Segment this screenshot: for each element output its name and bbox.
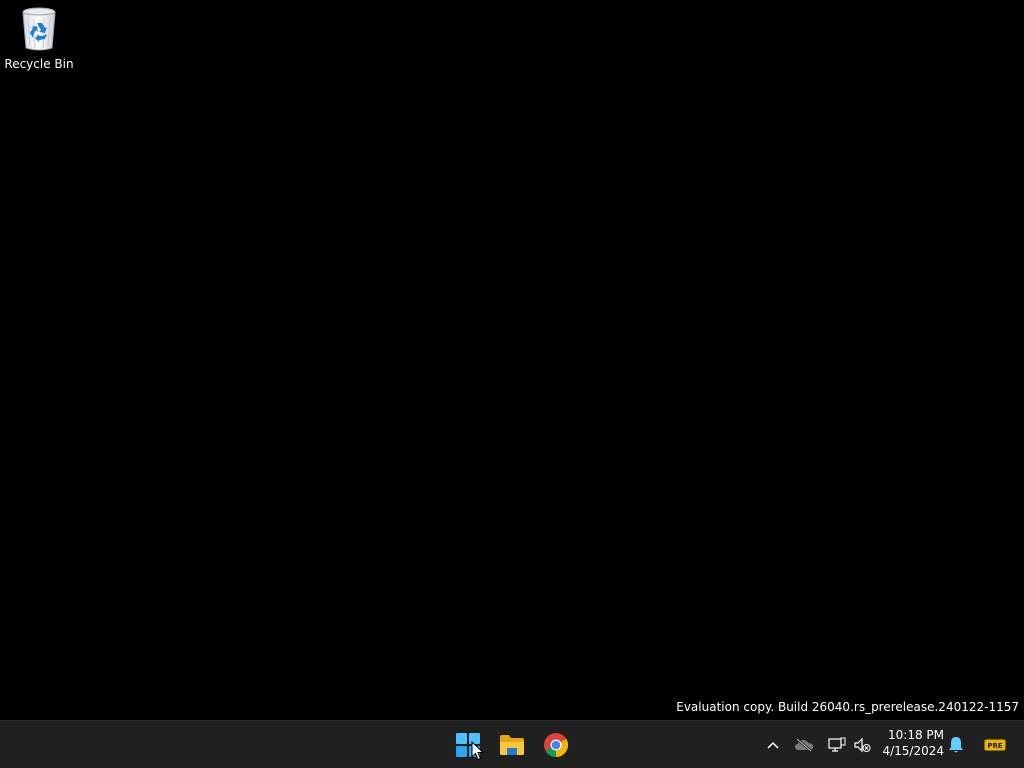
show-hidden-icons-button[interactable] <box>762 729 784 761</box>
onedrive-tray-button[interactable] <box>792 729 816 761</box>
volume-tray-button[interactable] <box>851 729 873 761</box>
chrome-icon <box>544 733 569 757</box>
file-explorer-icon <box>500 735 524 755</box>
recycle-bin-icon <box>22 7 56 51</box>
desktop-icon-recycle-bin[interactable]: Recycle Bin <box>4 4 74 76</box>
chevron-up-icon <box>767 741 779 749</box>
clock[interactable]: 10:18 PM 4/15/2024 <box>878 727 944 763</box>
start-button[interactable] <box>448 725 488 765</box>
pre-badge-label: PRE <box>987 742 1003 750</box>
network-icon <box>828 737 846 752</box>
notifications-button[interactable] <box>946 729 966 761</box>
bell-icon <box>949 737 963 753</box>
file-explorer-button[interactable] <box>492 725 532 765</box>
clock-time: 10:18 PM <box>888 728 944 742</box>
clock-date: 4/15/2024 <box>882 744 944 758</box>
onedrive-off-icon <box>795 738 813 752</box>
taskbar: 10:18 PM 4/15/2024 PRE <box>0 720 1024 768</box>
pre-badge-icon: PRE <box>984 739 1006 751</box>
desktop[interactable]: Recycle Bin Evaluation copy. Build 26040… <box>0 0 1024 720</box>
desktop-icon-label: Recycle Bin <box>4 57 74 71</box>
network-tray-button[interactable] <box>826 729 848 761</box>
chrome-button[interactable] <box>536 725 576 765</box>
pre-badge[interactable]: PRE <box>982 729 1008 761</box>
windows-start-icon <box>456 733 480 757</box>
volume-muted-icon <box>854 737 871 753</box>
evaluation-watermark: Evaluation copy. Build 26040.rs_prerelea… <box>676 700 1019 714</box>
